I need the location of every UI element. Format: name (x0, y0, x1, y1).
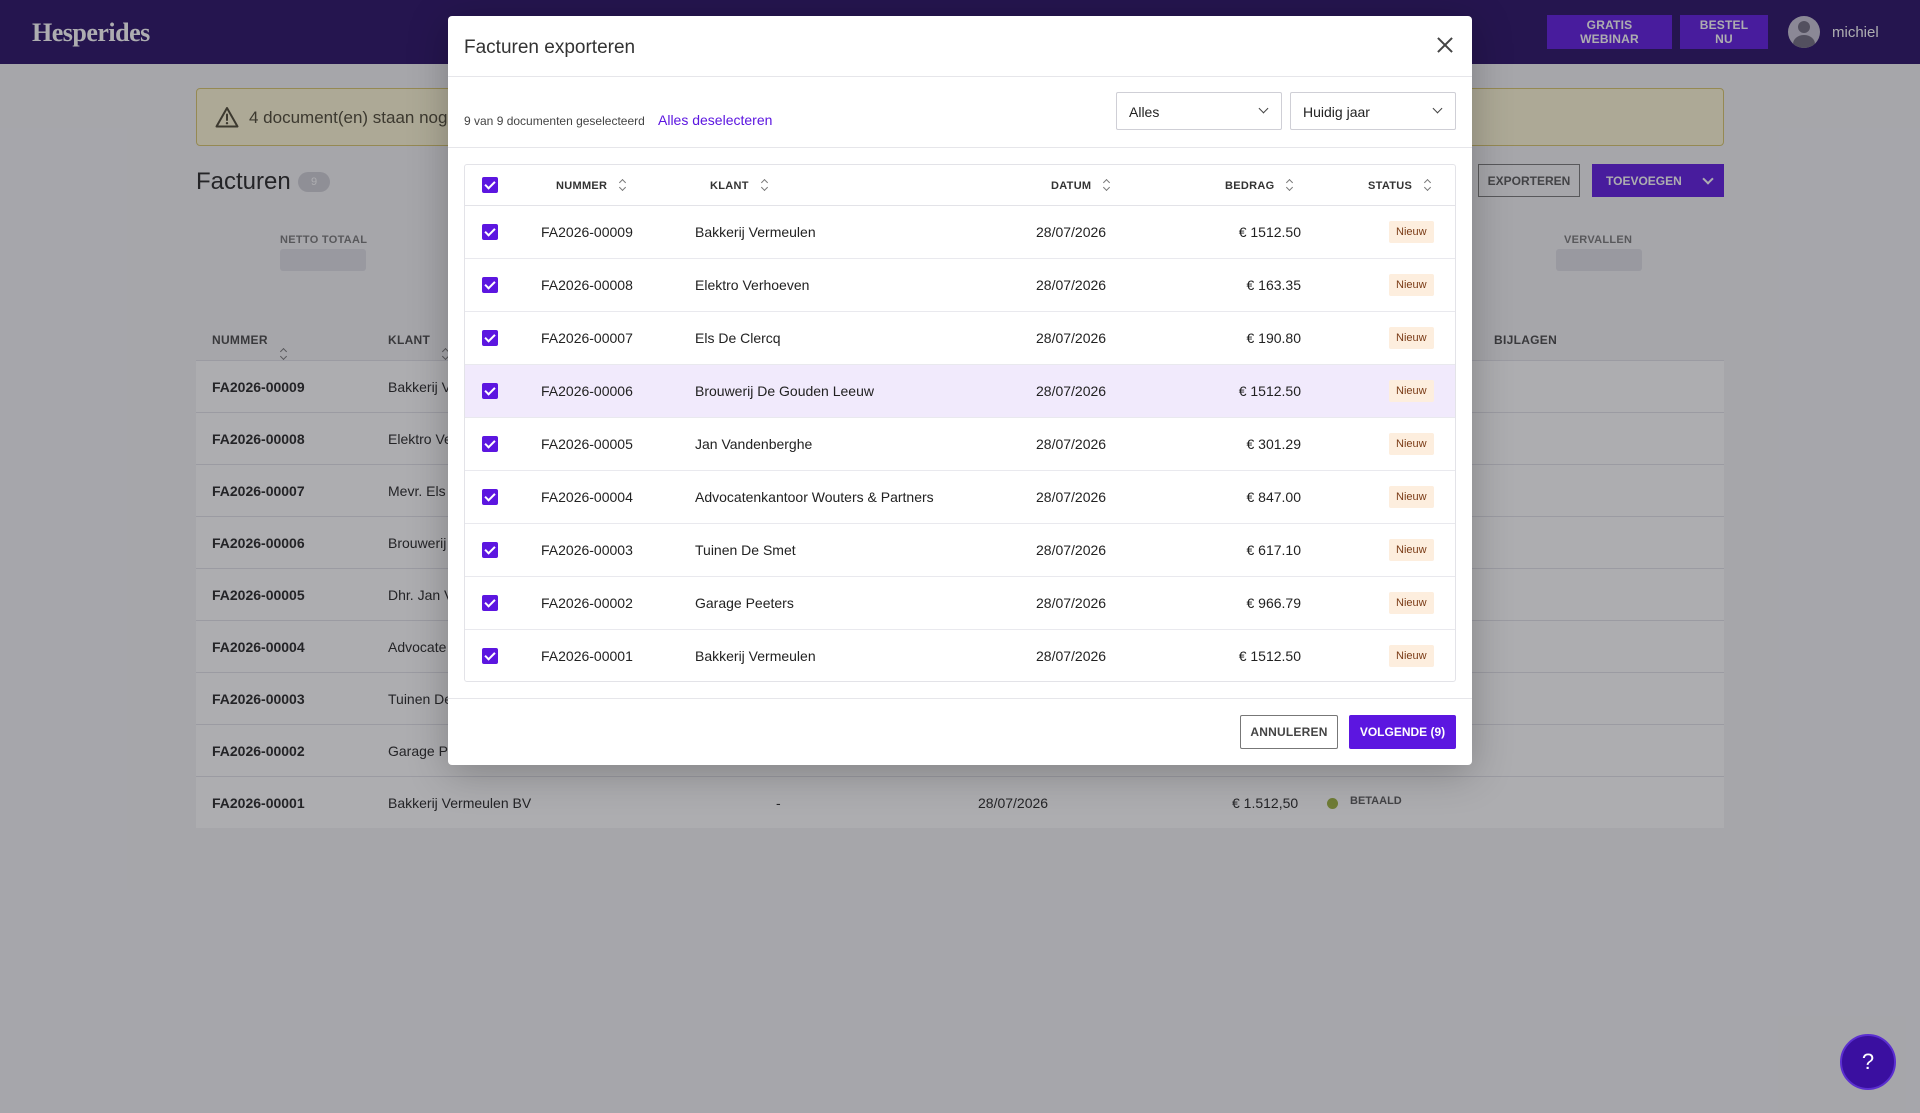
column-header-client[interactable]: KLANT (710, 179, 769, 192)
invoice-date: 28/07/2026 (1036, 330, 1107, 346)
invoice-number: FA2026-00008 (541, 277, 633, 293)
invoice-amount: € 301.29 (1246, 436, 1302, 452)
invoice-client: Advocatenkantoor Wouters & Partners (695, 489, 934, 505)
sort-icon[interactable] (1424, 179, 1432, 191)
table-row[interactable]: FA2026-00003 Tuinen De Smet 28/07/2026 €… (465, 524, 1455, 577)
export-table-header: NUMMER KLANT DATUM BEDRAG STATUS (465, 165, 1455, 206)
invoice-date: 28/07/2026 (1036, 648, 1107, 664)
status-badge: Nieuw (1389, 380, 1434, 402)
invoice-date: 28/07/2026 (1036, 383, 1107, 399)
invoice-date: 28/07/2026 (1036, 436, 1107, 452)
row-checkbox[interactable] (482, 330, 498, 346)
invoice-number: FA2026-00005 (541, 436, 633, 452)
help-button[interactable]: ? (1840, 1034, 1896, 1090)
status-badge: Nieuw (1389, 433, 1434, 455)
document-type-select[interactable]: Alles (1116, 92, 1282, 130)
select-all-checkbox[interactable] (482, 177, 498, 193)
table-row[interactable]: FA2026-00002 Garage Peeters 28/07/2026 €… (465, 577, 1455, 630)
dialog-header: Facturen exporteren (448, 16, 1472, 77)
invoice-amount: € 1512.50 (1238, 224, 1301, 240)
invoice-number: FA2026-00001 (541, 648, 633, 664)
column-header-status[interactable]: STATUS (1368, 179, 1432, 192)
close-icon[interactable] (1434, 34, 1456, 56)
invoice-amount: € 1512.50 (1238, 648, 1301, 664)
invoice-amount: € 190.80 (1246, 330, 1302, 346)
invoice-number: FA2026-00009 (541, 224, 633, 240)
row-checkbox[interactable] (482, 648, 498, 664)
selection-filter-bar: 9 van 9 documenten geselecteerd Alles de… (448, 77, 1472, 148)
invoice-amount: € 966.79 (1246, 595, 1302, 611)
table-row[interactable]: FA2026-00001 Bakkerij Vermeulen 28/07/20… (465, 630, 1455, 681)
invoice-number: FA2026-00007 (541, 330, 633, 346)
invoice-date: 28/07/2026 (1036, 224, 1107, 240)
document-type-value: Alles (1129, 104, 1160, 120)
invoice-number: FA2026-00003 (541, 542, 633, 558)
status-badge: Nieuw (1389, 645, 1434, 667)
column-header-date[interactable]: DATUM (1051, 179, 1111, 192)
table-row[interactable]: FA2026-00005 Jan Vandenberghe 28/07/2026… (465, 418, 1455, 471)
column-header-amount[interactable]: BEDRAG (1225, 179, 1294, 192)
row-checkbox[interactable] (482, 383, 498, 399)
invoice-client: Jan Vandenberghe (695, 436, 813, 452)
status-badge: Nieuw (1389, 592, 1434, 614)
invoice-amount: € 163.35 (1246, 277, 1302, 293)
row-checkbox[interactable] (482, 595, 498, 611)
invoice-client: Bakkerij Vermeulen (695, 648, 816, 664)
invoice-date: 28/07/2026 (1036, 542, 1107, 558)
status-badge: Nieuw (1389, 327, 1434, 349)
invoice-client: Tuinen De Smet (695, 542, 796, 558)
status-badge: Nieuw (1389, 221, 1434, 243)
invoice-date: 28/07/2026 (1036, 277, 1107, 293)
deselect-all-link[interactable]: Alles deselecteren (658, 112, 772, 128)
column-header-number[interactable]: NUMMER (556, 179, 627, 192)
row-checkbox[interactable] (482, 489, 498, 505)
table-row[interactable]: FA2026-00007 Els De Clercq 28/07/2026 € … (465, 312, 1455, 365)
invoice-date: 28/07/2026 (1036, 595, 1107, 611)
export-invoices-dialog: Facturen exporteren 9 van 9 documenten g… (448, 16, 1472, 765)
invoice-date: 28/07/2026 (1036, 489, 1107, 505)
sort-icon[interactable] (619, 179, 627, 191)
invoice-amount: € 1512.50 (1238, 383, 1301, 399)
row-checkbox[interactable] (482, 224, 498, 240)
invoice-client: Garage Peeters (695, 595, 794, 611)
invoice-number: FA2026-00004 (541, 489, 633, 505)
invoice-client: Bakkerij Vermeulen (695, 224, 816, 240)
status-badge: Nieuw (1389, 274, 1434, 296)
invoice-number: FA2026-00006 (541, 383, 633, 399)
table-row[interactable]: FA2026-00004 Advocatenkantoor Wouters & … (465, 471, 1455, 524)
next-button[interactable]: VOLGENDE (9) (1349, 715, 1456, 749)
status-badge: Nieuw (1389, 539, 1434, 561)
export-table: NUMMER KLANT DATUM BEDRAG STATUS FA2026-… (464, 164, 1456, 682)
cancel-button[interactable]: ANNULEREN (1240, 715, 1338, 749)
invoice-client: Brouwerij De Gouden Leeuw (695, 383, 874, 399)
dialog-title: Facturen exporteren (464, 37, 636, 58)
chevron-down-icon (1258, 103, 1269, 114)
dialog-footer: ANNULEREN VOLGENDE (9) (448, 698, 1472, 765)
selection-count-text: 9 van 9 documenten geselecteerd (464, 114, 645, 128)
chevron-down-icon (1432, 103, 1443, 114)
invoice-amount: € 847.00 (1246, 489, 1302, 505)
sort-icon[interactable] (1286, 179, 1294, 191)
export-table-body: FA2026-00009 Bakkerij Vermeulen 28/07/20… (465, 206, 1455, 681)
invoice-client: Elektro Verhoeven (695, 277, 810, 293)
row-checkbox[interactable] (482, 277, 498, 293)
table-row[interactable]: FA2026-00008 Elektro Verhoeven 28/07/202… (465, 259, 1455, 312)
period-value: Huidig jaar (1303, 104, 1370, 120)
row-checkbox[interactable] (482, 542, 498, 558)
row-checkbox[interactable] (482, 436, 498, 452)
table-row[interactable]: FA2026-00009 Bakkerij Vermeulen 28/07/20… (465, 206, 1455, 259)
sort-icon[interactable] (1103, 179, 1111, 191)
table-row[interactable]: FA2026-00006 Brouwerij De Gouden Leeuw 2… (465, 365, 1455, 418)
status-badge: Nieuw (1389, 486, 1434, 508)
invoice-amount: € 617.10 (1246, 542, 1302, 558)
period-select[interactable]: Huidig jaar (1290, 92, 1456, 130)
invoice-number: FA2026-00002 (541, 595, 633, 611)
invoice-client: Els De Clercq (695, 330, 781, 346)
sort-icon[interactable] (761, 179, 769, 191)
